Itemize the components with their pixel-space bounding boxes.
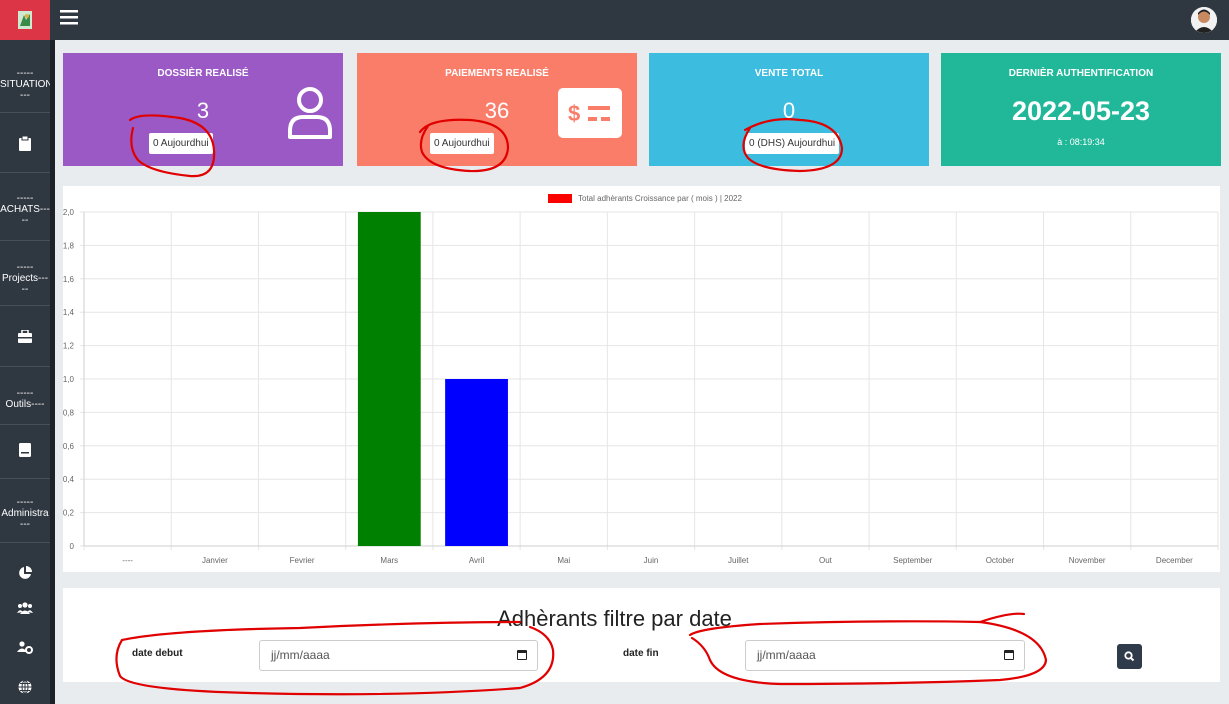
y-tick-label: 0,4 xyxy=(63,475,75,484)
filter-title: Adhèrants filtre par date xyxy=(497,606,732,631)
end-date-label: date fin xyxy=(623,648,659,659)
start-date-placeholder: jj/mm/aaaa xyxy=(271,648,330,662)
calendar-icon[interactable] xyxy=(1004,650,1014,660)
x-tick-label: September xyxy=(893,556,932,565)
bar-mars xyxy=(357,212,421,546)
legend-label: Total adhèrants Croissance par ( mois ) … xyxy=(578,194,742,203)
y-tick-label: 1,4 xyxy=(63,308,75,317)
y-tick-label: 0,6 xyxy=(63,442,75,451)
x-tick-label: Janvier xyxy=(202,556,228,565)
x-tick-label: Mai xyxy=(557,556,570,565)
y-tick-label: 2,0 xyxy=(63,208,75,217)
y-tick-label: 0,2 xyxy=(63,509,75,518)
x-tick-label: ---- xyxy=(122,556,133,565)
calendar-icon[interactable] xyxy=(517,650,527,660)
start-date-label: date debut xyxy=(132,648,183,659)
end-date-placeholder: jj/mm/aaaa xyxy=(757,648,816,662)
x-tick-label: Juillet xyxy=(728,556,749,565)
y-tick-label: 0 xyxy=(70,542,75,551)
filter-panel xyxy=(63,588,1220,682)
end-date-input[interactable]: jj/mm/aaaa xyxy=(745,640,1025,671)
bar-avril xyxy=(445,379,508,546)
x-tick-label: Avril xyxy=(469,556,485,565)
y-tick-label: 1,0 xyxy=(63,375,75,384)
legend-swatch xyxy=(548,194,572,203)
x-tick-label: November xyxy=(1069,556,1106,565)
x-tick-label: Out xyxy=(819,556,833,565)
y-tick-label: 1,6 xyxy=(63,275,75,284)
x-tick-label: December xyxy=(1156,556,1193,565)
x-tick-label: Fevrier xyxy=(290,556,315,565)
x-tick-label: Juin xyxy=(644,556,659,565)
y-tick-label: 1,8 xyxy=(63,241,75,250)
y-tick-label: 0,8 xyxy=(63,408,75,417)
search-icon xyxy=(1124,651,1135,662)
y-tick-label: 1,2 xyxy=(63,342,75,351)
start-date-input[interactable]: jj/mm/aaaa xyxy=(259,640,538,671)
x-tick-label: Mars xyxy=(380,556,398,565)
search-button[interactable] xyxy=(1117,644,1142,669)
x-tick-label: October xyxy=(986,556,1015,565)
